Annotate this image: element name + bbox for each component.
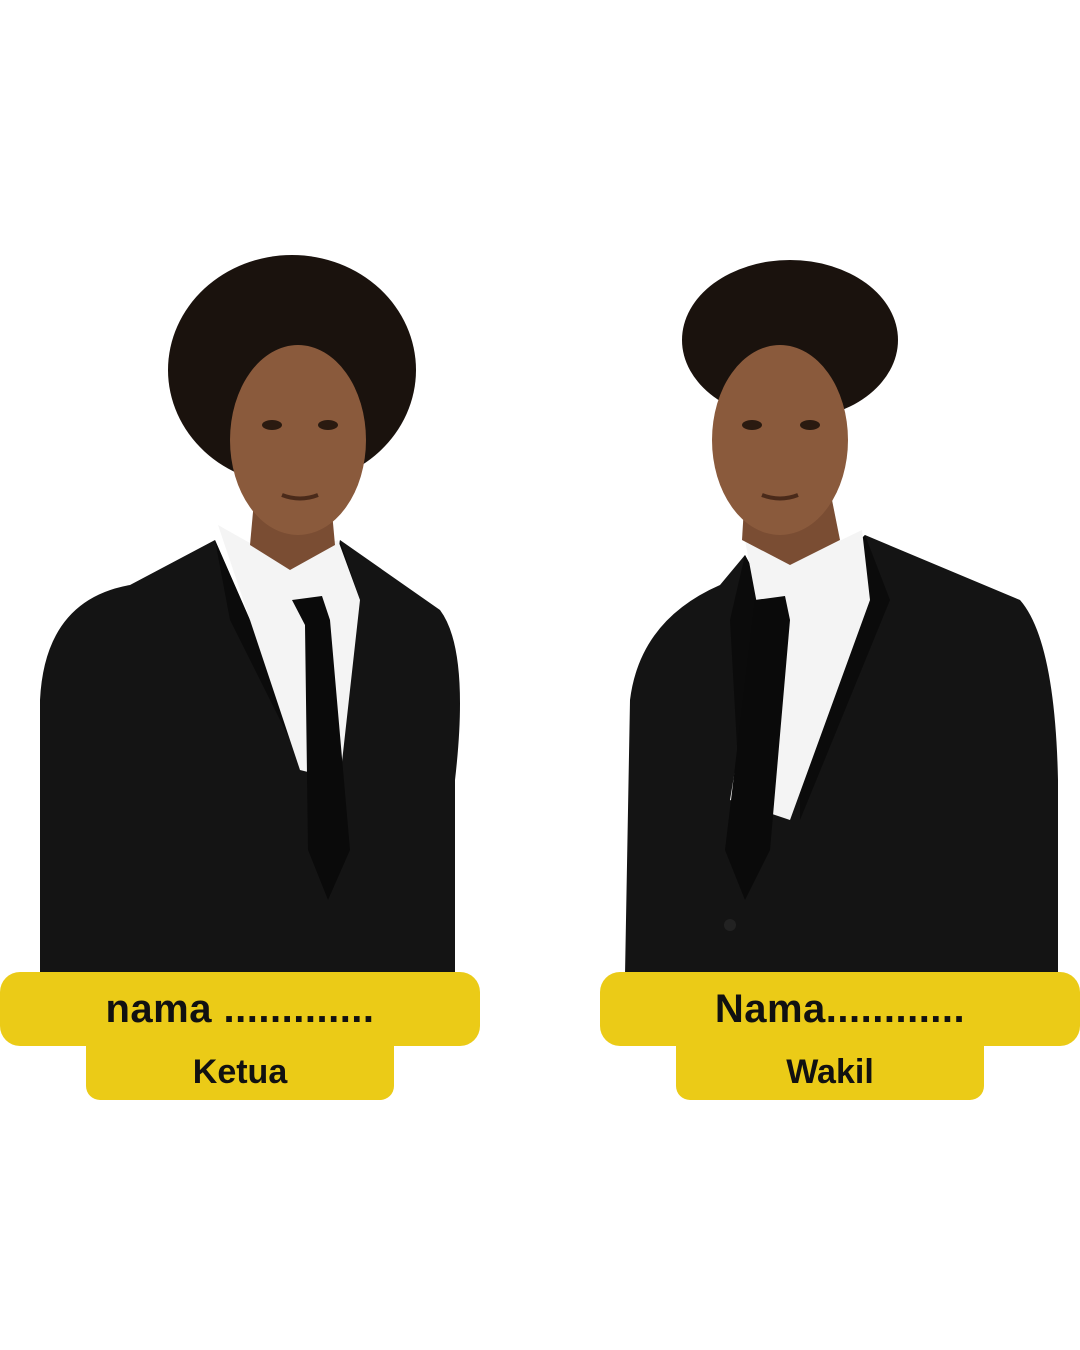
portrait-right — [625, 260, 1058, 975]
name-plate-left: nama ............. — [0, 972, 480, 1046]
portraits-illustration — [40, 255, 1058, 975]
face-left — [230, 345, 366, 535]
name-plate-right: Nama............ — [600, 972, 1080, 1046]
role-plate-left: Ketua — [86, 1044, 394, 1100]
role-plate-right: Wakil — [676, 1044, 984, 1100]
portrait-left — [40, 255, 460, 975]
eye-left-1 — [262, 420, 282, 430]
face-right — [712, 345, 848, 535]
button-right — [724, 919, 736, 931]
poster-canvas: nama ............. Ketua Nama...........… — [0, 0, 1080, 1350]
eye-left-2 — [318, 420, 338, 430]
eye-right-1 — [742, 420, 762, 430]
eye-right-2 — [800, 420, 820, 430]
